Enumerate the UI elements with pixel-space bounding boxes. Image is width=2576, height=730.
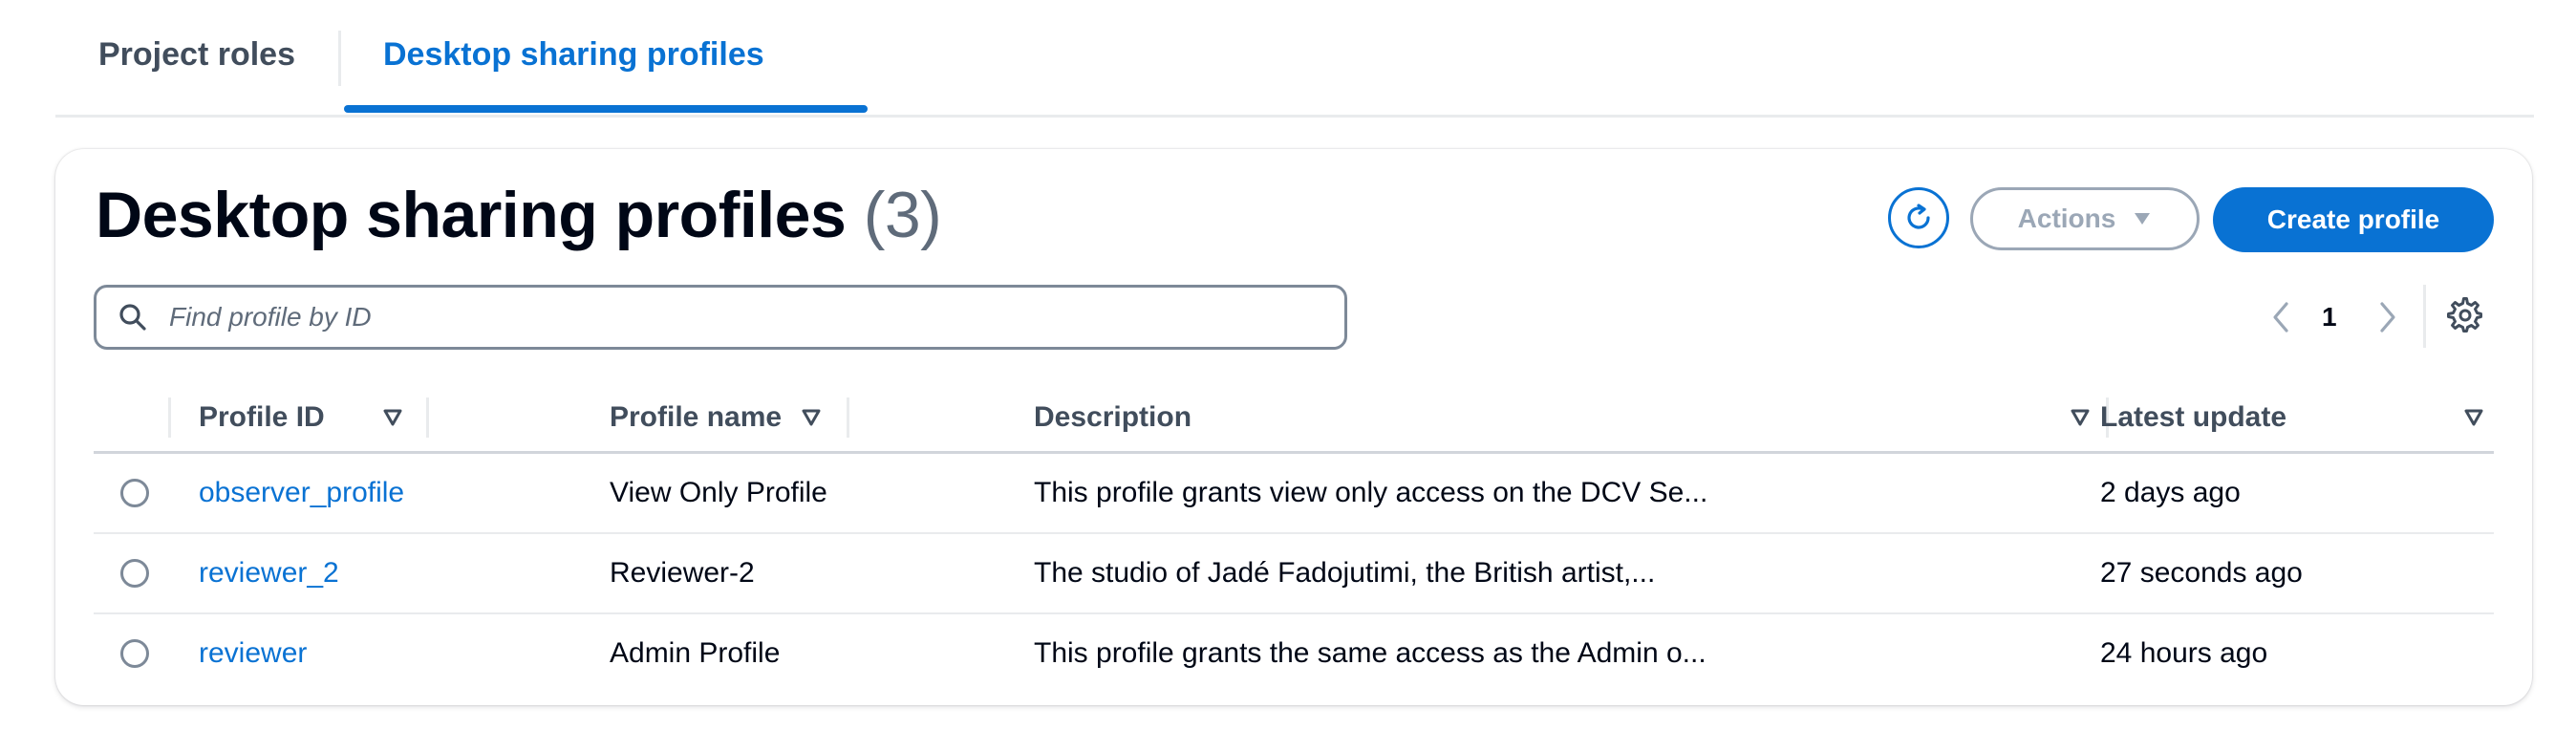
column-separator bbox=[426, 397, 429, 438]
profile-name: Admin Profile bbox=[610, 637, 781, 669]
sort-icon[interactable] bbox=[2463, 407, 2484, 428]
profile-name: View Only Profile bbox=[610, 477, 827, 508]
column-header-profile-name[interactable]: Profile name bbox=[610, 384, 782, 451]
row-select-radio[interactable] bbox=[120, 479, 149, 507]
profile-name: Reviewer-2 bbox=[610, 557, 755, 589]
refresh-button[interactable] bbox=[1888, 187, 1949, 248]
profile-description: This profile grants the same access as t… bbox=[1034, 637, 1707, 669]
sort-icon[interactable] bbox=[382, 407, 403, 428]
actions-button[interactable]: Actions bbox=[1970, 187, 2200, 250]
profile-description: This profile grants view only access on … bbox=[1034, 477, 1708, 508]
tab-divider bbox=[338, 31, 341, 86]
column-separator bbox=[847, 397, 849, 438]
tab-desktop-sharing-profiles[interactable]: Desktop sharing profiles bbox=[383, 36, 764, 74]
profile-count: (3) bbox=[863, 179, 942, 251]
pagination-divider bbox=[2423, 285, 2426, 348]
active-tab-indicator bbox=[344, 105, 868, 113]
table-row[interactable]: reviewer Admin Profile This profile gran… bbox=[94, 614, 2494, 693]
gear-icon[interactable] bbox=[2446, 296, 2484, 334]
column-header-profile-id[interactable]: Profile ID bbox=[199, 384, 325, 451]
current-page-number[interactable]: 1 bbox=[2322, 302, 2337, 333]
title-text: Desktop sharing profiles bbox=[96, 179, 847, 251]
profiles-container: Desktop sharing profiles (3) Actions Cre… bbox=[55, 149, 2532, 705]
sort-icon[interactable] bbox=[2070, 407, 2091, 428]
table-row[interactable]: reviewer_2 Reviewer-2 The studio of Jadé… bbox=[94, 534, 2494, 614]
latest-update: 27 seconds ago bbox=[2100, 557, 2303, 589]
chevron-left-icon[interactable] bbox=[2263, 298, 2301, 336]
create-profile-button[interactable]: Create profile bbox=[2213, 187, 2494, 252]
page-title: Desktop sharing profiles (3) bbox=[96, 178, 942, 252]
tab-project-roles[interactable]: Project roles bbox=[98, 36, 295, 74]
search-field[interactable] bbox=[94, 285, 1347, 350]
chevron-right-icon[interactable] bbox=[2368, 298, 2406, 336]
latest-update: 24 hours ago bbox=[2100, 637, 2268, 669]
profile-id-link[interactable]: reviewer_2 bbox=[199, 534, 339, 612]
column-header-description[interactable]: Description bbox=[1034, 384, 1191, 451]
row-select-radio[interactable] bbox=[120, 559, 149, 588]
search-icon bbox=[118, 298, 156, 336]
column-header-latest-update[interactable]: Latest update bbox=[2100, 384, 2286, 451]
profile-id-link[interactable]: reviewer bbox=[199, 614, 307, 693]
tab-bar: Project roles Desktop sharing profiles bbox=[55, 0, 2534, 118]
latest-update: 2 days ago bbox=[2100, 477, 2241, 508]
table-header: Profile ID Profile name Description Late… bbox=[94, 384, 2494, 454]
row-select-radio[interactable] bbox=[120, 639, 149, 668]
caret-down-icon bbox=[2135, 213, 2151, 225]
refresh-icon bbox=[1907, 204, 1930, 229]
search-input[interactable] bbox=[167, 301, 1318, 333]
profiles-table: Profile ID Profile name Description Late… bbox=[94, 384, 2494, 693]
column-separator bbox=[168, 397, 171, 438]
sort-icon[interactable] bbox=[801, 407, 822, 428]
profile-id-link[interactable]: observer_profile bbox=[199, 454, 404, 532]
profile-description: The studio of Jadé Fadojutimi, the Briti… bbox=[1034, 557, 1656, 589]
actions-label: Actions bbox=[2017, 204, 2116, 233]
table-row[interactable]: observer_profile View Only Profile This … bbox=[94, 454, 2494, 534]
